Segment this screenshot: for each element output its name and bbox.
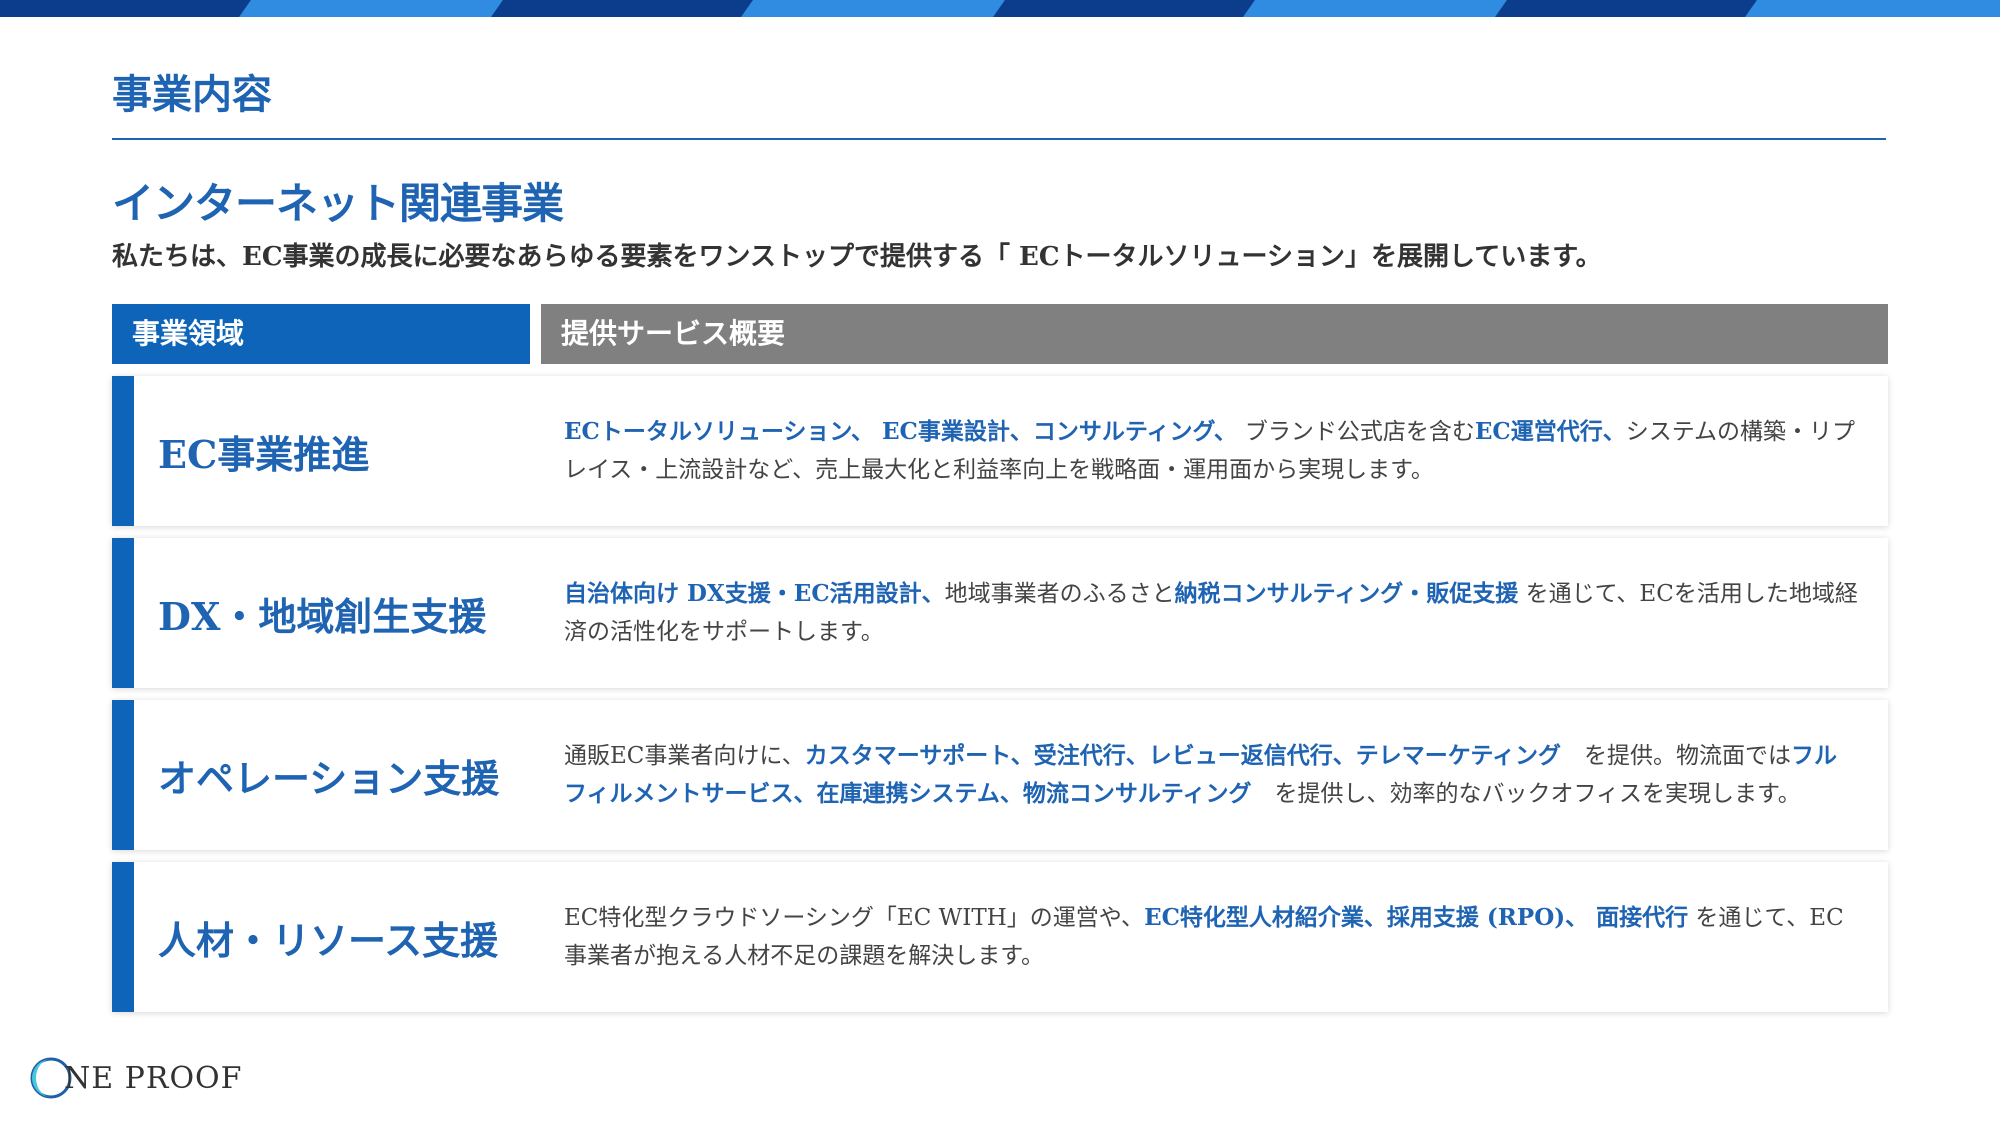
row-description: ECトータルソリューション、 EC事業設計、コンサルティング、 ブランド公式店を… [564,376,1858,526]
row-name: DX・地域創生支援 [158,593,487,639]
table-row-operations: オペレーション支援 通販EC事業者向けに、カスタマーサポート、受注代行、レビュー… [112,700,1888,850]
body-text: 通販EC事業者向けに、 [564,743,805,769]
body-text: EC特化型クラウドソーシング「EC WITH」の運営や、 [564,905,1145,931]
row-accent-bar [112,862,134,1012]
row-description: 自治体向け DX支援・EC活用設計、地域事業者のふるさと納税コンサルティング・販… [564,538,1858,688]
section-title: インターネット関連事業 [112,179,564,228]
lead-text: 私たちは、EC事業の成長に必要なあらゆる要素をワンストップで提供する「 ECトー… [112,242,1602,272]
logo-text: NE PROOF [64,1060,243,1096]
table-header-business-area: 事業領域 [112,304,530,364]
row-accent-bar [112,700,134,850]
table-row-ec-promotion: EC事業推進 ECトータルソリューション、 EC事業設計、コンサルティング、 ブ… [112,376,1888,526]
top-stripe-bar [0,0,2000,17]
row-description: EC特化型クラウドソーシング「EC WITH」の運営や、EC特化型人材紹介業、採… [564,862,1858,1012]
highlight-text: ECトータルソリューション、 EC事業設計、コンサルティング、 [564,418,1245,445]
body-text: 地域事業者のふるさと [944,581,1175,607]
title-divider [112,138,1886,140]
highlight-text: EC特化型人材紹介業、採用支援 (RPO)、 面接代行 [1144,904,1689,931]
row-description: 通販EC事業者向けに、カスタマーサポート、受注代行、レビュー返信代行、テレマーケ… [564,700,1858,850]
table-row-talent: 人材・リソース支援 EC特化型クラウドソーシング「EC WITH」の運営や、EC… [112,862,1888,1012]
table-row-dx-regional: DX・地域創生支援 自治体向け DX支援・EC活用設計、地域事業者のふるさと納税… [112,538,1888,688]
highlight-text: 納税コンサルティング・販促支援 [1174,580,1519,607]
row-accent-bar [112,376,134,526]
body-text: を提供し、効率的なバックオフィスを実現します。 [1251,781,1801,807]
highlight-text: 自治体向け DX支援・EC活用設計、 [564,580,945,607]
body-text: を提供。物流面では [1560,743,1791,769]
company-logo: NE PROOF [28,1054,242,1102]
row-accent-bar [112,538,134,688]
body-text: ブランド公式店を含む [1244,419,1475,445]
row-name: 人材・リソース支援 [158,917,499,963]
row-name: オペレーション支援 [158,755,500,801]
page-title: 事業内容 [112,71,272,118]
row-name: EC事業推進 [158,431,370,477]
highlight-text: カスタマーサポート、受注代行、レビュー返信代行、テレマーケティング [804,742,1561,769]
table-header-service-overview: 提供サービス概要 [541,304,1888,364]
highlight-text: EC運営代行、 [1474,418,1626,445]
